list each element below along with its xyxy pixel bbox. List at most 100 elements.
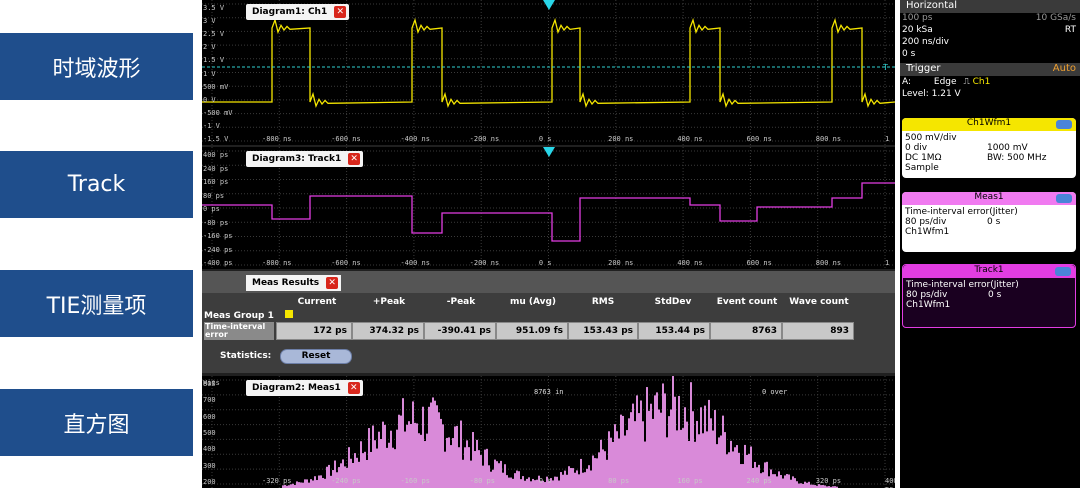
diagram2-tab[interactable]: Diagram2: Meas1 ✕ [246, 380, 363, 396]
value-event-count: 8763 [710, 322, 782, 340]
meas-group-name: Meas Group 1 [204, 311, 274, 321]
histogram-bin [670, 409, 672, 488]
trigger-channel[interactable]: Ch1 [973, 77, 991, 87]
y-tick-label: -1 V [203, 121, 220, 130]
x-tick-label: 320 ps [815, 477, 842, 485]
histogram-bin [590, 470, 592, 488]
x-tick-label: 0 s [538, 259, 552, 267]
horizontal-sample-rate[interactable]: 10 GSa/s [1036, 13, 1076, 23]
horizontal-mode[interactable]: RT [1065, 25, 1076, 35]
trigger-position-icon[interactable] [543, 0, 555, 10]
histogram-bin [592, 455, 594, 488]
histogram-bin [600, 439, 602, 488]
histogram-bin [380, 439, 382, 488]
histogram-bin [728, 452, 730, 488]
histogram-bin [534, 480, 536, 488]
y-tick-label: 800 [203, 380, 216, 388]
meas1-card[interactable]: Meas1 Time-interval error(Jitter) 80 ps/… [902, 192, 1076, 252]
track1-offset: 0 s [988, 290, 1002, 300]
ch1wfm1-scale: 500 mV/div [905, 133, 957, 143]
diagram1-pane[interactable]: T Diagram1: Ch1 ✕ 3.5 V 3 V 2.5 V 2 V 1.5 V 1… [202, 0, 895, 145]
ch1wfm1-card[interactable]: Ch1Wfm1 500 mV/div 0 div 1000 mV DC 1MΩ BW… [902, 118, 1076, 178]
diagram1-tab[interactable]: Diagram1: Ch1 ✕ [246, 4, 350, 20]
histogram-bin [364, 451, 366, 488]
y-tick-label: 300 [203, 461, 216, 470]
histogram-bin [508, 477, 510, 488]
header-event-count: Event count [716, 297, 778, 307]
trigger-position-icon[interactable] [543, 147, 555, 157]
histogram-bin [300, 482, 302, 488]
minimize-icon[interactable] [1056, 120, 1072, 129]
close-icon[interactable]: ✕ [326, 277, 339, 289]
histogram-bin [638, 413, 640, 488]
histogram-bin [368, 428, 370, 488]
histogram-bin [556, 476, 558, 488]
horizontal-title[interactable]: Horizontal [900, 0, 1080, 13]
histogram-bin [402, 398, 404, 488]
trigger-title[interactable]: Trigger [906, 63, 941, 74]
histogram-bin [460, 420, 462, 488]
trigger-marker-icon: T [882, 63, 888, 72]
histogram-bin [446, 437, 448, 488]
y-tick-label: 700 [203, 396, 216, 405]
histogram-bin [792, 476, 794, 488]
horizontal-position[interactable]: 0 s [902, 49, 1078, 62]
histogram-bin [772, 474, 774, 488]
header-mu-avg: mu (Avg) [509, 297, 557, 307]
horizontal-record-length[interactable]: 20 kSa [902, 25, 933, 35]
diagram3-pane[interactable]: Diagram3: Track1 ✕ 400 ps 240 ps 160 ps 80 … [202, 147, 895, 269]
histogram-count-label: 8763 in [534, 388, 564, 396]
y-tick-label: 600 [203, 412, 216, 421]
histogram-bin [462, 459, 464, 488]
histogram-bin [376, 448, 378, 488]
track1-card[interactable]: Track1 Time-interval error(Jitter) 80 ps… [902, 264, 1076, 328]
histogram-bin [678, 396, 680, 488]
histogram-bin [786, 474, 788, 488]
histogram-bin [514, 473, 516, 488]
histogram-bin [602, 449, 604, 488]
x-tick-label: -800 ns [262, 259, 292, 267]
header-stddev: StdDev [654, 297, 692, 307]
trigger-mode[interactable]: Auto [1053, 63, 1076, 74]
histogram-bin [562, 474, 564, 488]
meas-results-tab[interactable]: Meas Results ✕ [246, 275, 342, 291]
y-tick-label: 400 [203, 445, 216, 454]
histogram-bin [394, 449, 396, 488]
meas1-scale: 80 ps/div [905, 217, 947, 227]
meas-results-title: Meas Results [252, 278, 320, 288]
histogram-bin [632, 403, 634, 488]
histogram-bin [390, 430, 392, 488]
scope-display: T Diagram1: Ch1 ✕ 3.5 V 3 V 2.5 V 2 V 1.5 V 1… [202, 0, 895, 488]
histogram-bin [780, 475, 782, 488]
diagram3-tab[interactable]: Diagram3: Track1 ✕ [246, 151, 364, 167]
histogram-bin [526, 478, 528, 488]
trigger-type[interactable]: Edge [934, 77, 957, 87]
histogram-bin [588, 465, 590, 488]
x-tick-label: -160 ps [400, 477, 430, 485]
close-icon[interactable]: ✕ [347, 382, 360, 394]
minimize-icon[interactable] [1056, 194, 1072, 203]
trigger-level[interactable]: Level: 1.21 V [902, 89, 1078, 102]
histogram-bin [436, 405, 438, 488]
y-tick-label: 2 V [203, 43, 216, 52]
histogram-bin [516, 470, 518, 488]
reset-button[interactable]: Reset [280, 349, 352, 364]
close-icon[interactable]: ✕ [334, 6, 347, 18]
y-tick-label: 2.5 V [203, 30, 225, 39]
diagram2-pane[interactable]: Diagram2: Meas1 ✕ Hits 800 700 600 500 400 30… [202, 376, 895, 488]
minimize-icon[interactable] [1055, 267, 1071, 276]
histogram-bin [456, 425, 458, 488]
histogram-bin [452, 438, 454, 488]
histogram-bin [296, 481, 298, 488]
histogram-bin [798, 483, 800, 488]
track1-title: Track1 [974, 265, 1004, 275]
x-tick-label: 1 µs [885, 259, 893, 269]
histogram-bin [466, 440, 468, 488]
close-icon[interactable]: ✕ [348, 153, 361, 165]
y-tick-label: 3.5 V [203, 4, 225, 12]
x-tick-label: 200 ns [608, 135, 634, 143]
y-tick-label: -240 ps [203, 245, 233, 254]
y-tick-label: 400 ps [203, 151, 229, 159]
histogram-bin [594, 458, 596, 488]
horizontal-resolution[interactable]: 100 ps [902, 13, 932, 23]
